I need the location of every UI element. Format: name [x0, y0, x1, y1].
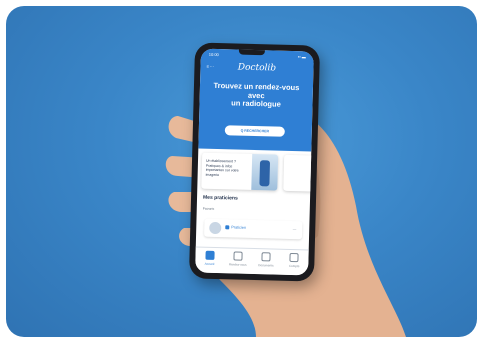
tab-account-label: Compte — [288, 263, 300, 269]
info-card-image — [251, 153, 279, 191]
tab-appointments[interactable]: Rendez-vous — [228, 251, 248, 267]
info-card[interactable]: Un établissement ? Pratiques & infos imp… — [201, 152, 279, 191]
avatar — [209, 221, 222, 235]
document-icon — [261, 252, 271, 262]
tab-documents[interactable]: Documents — [256, 252, 276, 268]
phone-notch — [238, 49, 265, 56]
tab-home-label: Accueil — [204, 261, 215, 266]
smartphone: 10:00 ▪▪ ▬ ≡ ⋯ Doctolib Trouvez un rende… — [188, 42, 321, 282]
status-icons: ▪▪ ▬ — [297, 54, 306, 60]
info-card-text: Un établissement ? Pratiques & infos imp… — [205, 158, 239, 177]
app-logo: Doctolib — [237, 62, 277, 74]
hero-banner: 10:00 ▪▪ ▬ ≡ ⋯ Doctolib Trouvez un rende… — [198, 48, 314, 152]
search-button[interactable]: Q RECHERCHER — [224, 125, 285, 137]
calendar-icon — [233, 251, 243, 261]
practitioner-icon — [225, 225, 230, 230]
info-card-secondary[interactable] — [283, 154, 314, 192]
section-title: Mes praticiens — [202, 194, 238, 202]
user-icon — [289, 252, 300, 263]
tab-home[interactable]: Accueil — [199, 250, 219, 267]
phone-screen: 10:00 ▪▪ ▬ ≡ ⋯ Doctolib Trouvez un rende… — [195, 48, 314, 276]
photo-frame: 10:00 ▪▪ ▬ ≡ ⋯ Doctolib Trouvez un rende… — [6, 6, 477, 337]
section-subtitle: Favoris — [202, 206, 215, 211]
hero-headline: Trouvez un rendez-vous avec un radiologu… — [203, 81, 309, 110]
headline-line-3: un radiologue — [231, 98, 281, 109]
tab-account[interactable]: Compte — [284, 252, 304, 269]
tab-bar: Accueil Rendez-vous Documents Compte — [195, 246, 309, 276]
home-icon — [205, 250, 215, 260]
practitioner-value: — — [292, 227, 297, 232]
practitioner-item[interactable]: Praticien — — [204, 218, 303, 240]
status-time: 10:00 — [208, 51, 219, 58]
tab-appointments-label: Rendez-vous — [228, 262, 247, 267]
tab-documents-label: Documents — [258, 263, 274, 268]
practitioner-label: Praticien — [231, 225, 247, 230]
